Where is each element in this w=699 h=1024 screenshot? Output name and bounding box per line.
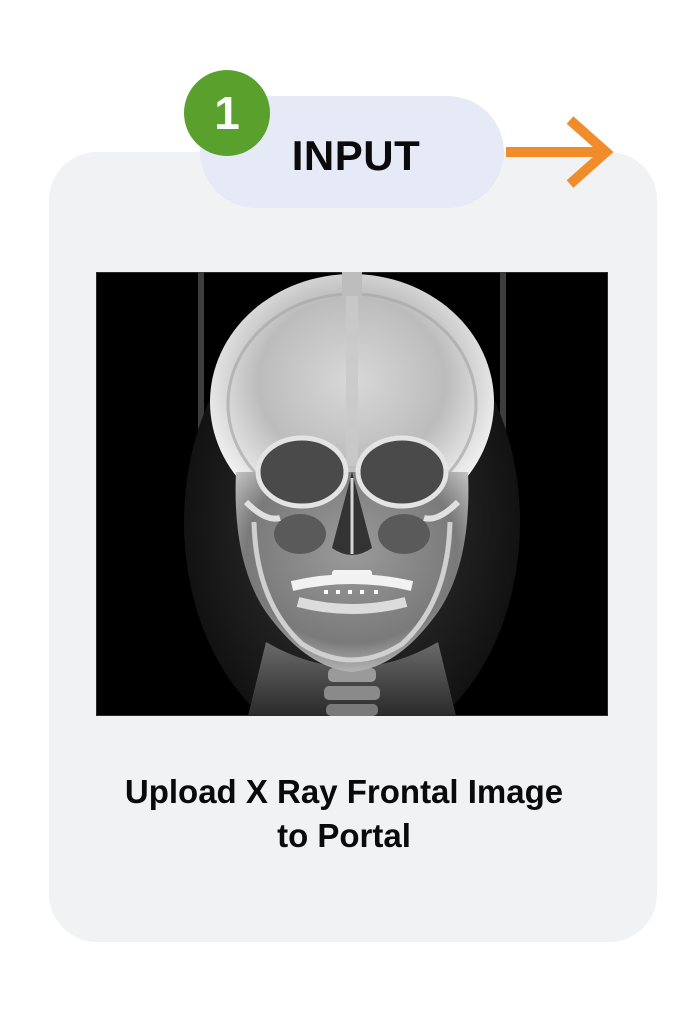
caption-line-2: to Portal bbox=[277, 817, 411, 854]
step-title: INPUT bbox=[291, 132, 421, 179]
step-caption: Upload X Ray Frontal Image to Portal bbox=[49, 770, 639, 858]
step-number-badge: 1 bbox=[184, 70, 270, 156]
xray-frontal-image bbox=[96, 272, 608, 716]
next-step-arrow-icon bbox=[506, 116, 614, 188]
caption-line-1: Upload X Ray Frontal Image bbox=[124, 773, 564, 810]
